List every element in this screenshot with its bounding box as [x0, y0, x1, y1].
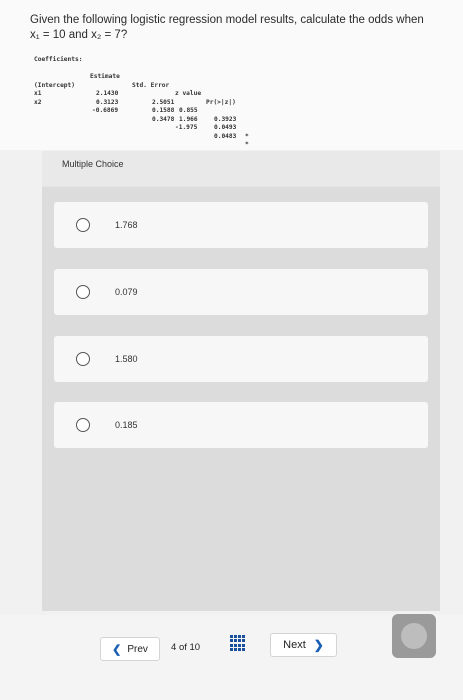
header-z-value: z value — [175, 90, 202, 97]
row-std-error: 0.3478 — [152, 115, 175, 123]
row-estimate: -0.6869 — [92, 107, 119, 114]
header-p-value: Pr(>|z|) — [206, 98, 236, 106]
page-total: 10 — [189, 642, 201, 653]
page-of: of — [178, 642, 187, 653]
choice-label: 0.185 — [115, 420, 138, 430]
radio-button[interactable] — [76, 285, 90, 299]
coefficients-title: Coefficients: — [34, 56, 83, 63]
page-current: 4 — [171, 642, 177, 653]
side-action-button[interactable] — [392, 614, 436, 658]
chevron-right-icon: ❯ — [313, 638, 324, 652]
row-significance: * — [245, 132, 249, 140]
next-label: Next — [283, 639, 306, 651]
page-indicator: 4 of 10 — [171, 642, 200, 653]
row-estimate: 0.3123 — [96, 98, 119, 106]
multiple-choice-label: Multiple Choice — [62, 159, 124, 169]
row-z-value: 1.966 — [179, 115, 198, 123]
coefficients-header-row: Estimate Std. Error z value Pr(>|z|) — [34, 65, 236, 106]
question-line-1: Given the following logistic regression … — [30, 14, 424, 26]
radio-button[interactable] — [76, 352, 90, 366]
row-std-error: 2.5051 — [152, 98, 175, 106]
table-row: x1 0.3123 0.1588 1.966 0.0493 * — [34, 82, 249, 140]
row-significance: * — [245, 141, 249, 148]
prev-button[interactable]: ❮ Prev — [100, 637, 160, 661]
row-z-value: 0.855 — [179, 107, 198, 114]
header-std-error: Std. Error — [132, 81, 170, 89]
row-p-value: 0.3923 — [214, 115, 237, 123]
row-p-value: 0.0493 — [214, 124, 237, 131]
choice-label: 0.079 — [115, 287, 138, 297]
question-line-2: x₁ = 10 and x₂ = 7? — [30, 29, 128, 41]
question-text: Given the following logistic regression … — [30, 13, 440, 43]
choice-label: 1.768 — [115, 220, 138, 230]
radio-button[interactable] — [76, 418, 90, 432]
coefficients-table: Coefficients: Estimate Std. Error z valu… — [34, 56, 249, 149]
multiple-choice-panel: Multiple Choice 1.768 0.079 1.580 0.185 — [42, 151, 440, 611]
radio-button[interactable] — [76, 218, 90, 232]
choices-list: 1.768 0.079 1.580 0.185 — [42, 187, 440, 611]
row-std-error: 0.1588 — [152, 107, 175, 114]
choice-option-3[interactable]: 1.580 — [54, 336, 428, 382]
header-estimate: Estimate — [90, 73, 120, 80]
choice-option-1[interactable]: 1.768 — [54, 202, 428, 248]
chevron-left-icon: ❮ — [112, 643, 122, 656]
choice-option-2[interactable]: 0.079 — [54, 269, 428, 315]
panel-header: Multiple Choice — [42, 151, 440, 186]
table-row: x2 -0.6869 0.3478 -1.975 0.0483 * — [34, 90, 249, 149]
row-p-value: 0.0483 — [214, 132, 237, 140]
row-estimate: 2.1430 — [96, 90, 119, 97]
question-area: Given the following logistic regression … — [0, 0, 463, 150]
prev-label: Prev — [127, 643, 148, 655]
grid-icon[interactable] — [230, 635, 246, 651]
next-button[interactable]: Next ❯ — [270, 633, 337, 657]
table-row: (Intercept) 2.1430 2.5051 0.855 0.3923 — [34, 73, 236, 123]
row-z-value: -1.975 — [175, 124, 198, 131]
choice-option-4[interactable]: 0.185 — [54, 402, 428, 448]
row-name: x2 — [34, 98, 42, 106]
choice-label: 1.580 — [115, 354, 138, 364]
circle-icon — [401, 623, 427, 649]
